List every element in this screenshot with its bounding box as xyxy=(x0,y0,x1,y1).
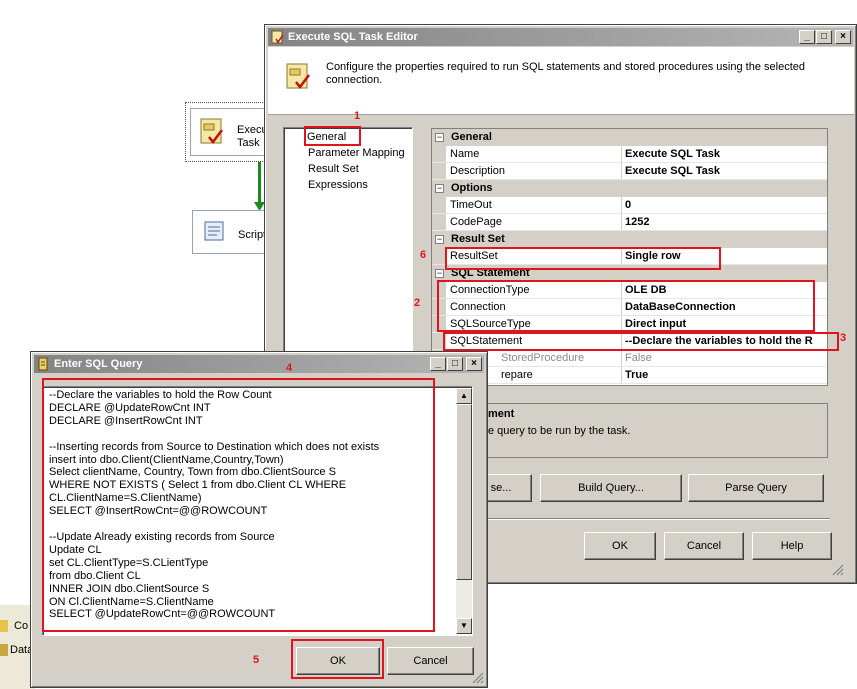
prop-row-isstoredprocedure[interactable]: StoredProcedure False xyxy=(432,350,827,367)
collapse-icon[interactable]: − xyxy=(435,133,444,142)
maximize-button[interactable]: □ xyxy=(447,357,463,371)
collapse-icon[interactable]: − xyxy=(435,184,444,193)
description-text: e query to be run by the task. xyxy=(488,425,631,437)
category-options[interactable]: − Options xyxy=(432,180,827,197)
editor-header: Configure the properties required to run… xyxy=(268,47,854,115)
editor-title: Execute SQL Task Editor xyxy=(288,31,418,43)
annotation-number-6: 6 xyxy=(420,249,427,261)
prop-row-name[interactable]: Name Execute SQL Task xyxy=(432,146,827,163)
editor-cancel-button[interactable]: Cancel xyxy=(664,532,744,560)
collapse-icon[interactable]: − xyxy=(435,235,444,244)
sql-task-large-icon xyxy=(286,63,310,90)
nav-item-expressions[interactable]: Expressions xyxy=(308,179,368,191)
description-title: ment xyxy=(488,408,515,420)
category-general[interactable]: − General xyxy=(432,129,827,146)
build-query-button[interactable]: Build Query... xyxy=(540,474,682,502)
script-task-icon xyxy=(204,221,224,241)
annotation-box-connection xyxy=(437,280,815,332)
query-title: Enter SQL Query xyxy=(54,358,143,370)
nav-item-result-set[interactable]: Result Set xyxy=(308,163,359,175)
minimize-button[interactable]: _ xyxy=(430,357,446,371)
prop-row-codepage[interactable]: CodePage 1252 xyxy=(432,214,827,231)
separator xyxy=(470,518,830,520)
precedence-connector[interactable] xyxy=(258,162,261,207)
minimize-button[interactable]: _ xyxy=(799,30,815,44)
nav-item-parameter-mapping[interactable]: Parameter Mapping xyxy=(308,147,405,159)
resize-grip-icon[interactable] xyxy=(830,562,844,576)
sql-task-icon xyxy=(200,118,223,145)
resize-grip-icon[interactable] xyxy=(470,670,484,684)
annotation-box-resultset xyxy=(445,247,721,270)
sql-vertical-scrollbar[interactable]: ▲ ▼ xyxy=(456,388,472,634)
annotation-number-2: 2 xyxy=(414,297,421,309)
editor-help-button[interactable]: Help xyxy=(752,532,832,560)
annotation-number-5: 5 xyxy=(253,654,260,666)
editor-header-text: Configure the properties required to run… xyxy=(326,61,805,86)
panel-row-1: Co xyxy=(0,618,28,634)
pencil-icon xyxy=(38,357,48,371)
annotation-number-3: 3 xyxy=(840,332,847,344)
query-cancel-button[interactable]: Cancel xyxy=(387,647,474,675)
scroll-thumb[interactable] xyxy=(456,404,472,580)
annotation-box-general xyxy=(304,126,361,146)
annotation-box-sql-text xyxy=(42,378,435,632)
editor-ok-button[interactable]: OK xyxy=(584,532,656,560)
scroll-up-icon[interactable]: ▲ xyxy=(456,388,472,404)
query-titlebar[interactable]: Enter SQL Query _ □ × xyxy=(34,355,484,373)
prop-row-timeout[interactable]: TimeOut 0 xyxy=(432,197,827,214)
editor-titlebar[interactable]: Execute SQL Task Editor _ □ × xyxy=(268,28,853,46)
property-description-panel: ment e query to be run by the task. xyxy=(431,403,828,458)
panel-row-2: Data xyxy=(0,642,33,658)
prop-row-bypassprepare[interactable]: repare True xyxy=(432,367,827,384)
task1-label-line1: Execu xyxy=(237,124,268,136)
annotation-box-ok xyxy=(291,639,384,679)
close-button[interactable]: × xyxy=(466,357,482,371)
close-button[interactable]: × xyxy=(835,30,851,44)
script-task-shape[interactable]: Script xyxy=(192,210,267,254)
task2-label: Script xyxy=(238,229,267,241)
annotation-box-sqlstatement xyxy=(443,332,839,351)
execute-sql-task-shape[interactable]: Execu Task xyxy=(190,108,268,156)
scroll-down-icon[interactable]: ▼ xyxy=(456,618,472,634)
database-icon xyxy=(0,644,8,657)
category-result-set[interactable]: − Result Set xyxy=(432,231,827,248)
collapse-icon[interactable]: − xyxy=(435,269,444,278)
task1-label-line2: Task xyxy=(237,137,260,149)
maximize-button[interactable]: □ xyxy=(816,30,832,44)
prop-row-description[interactable]: Description Execute SQL Task xyxy=(432,163,827,180)
sql-task-icon xyxy=(271,30,284,44)
parse-query-button[interactable]: Parse Query xyxy=(688,474,824,502)
annotation-number-4: 4 xyxy=(286,362,293,374)
annotation-number-1: 1 xyxy=(354,110,361,122)
folder-icon xyxy=(0,620,8,633)
